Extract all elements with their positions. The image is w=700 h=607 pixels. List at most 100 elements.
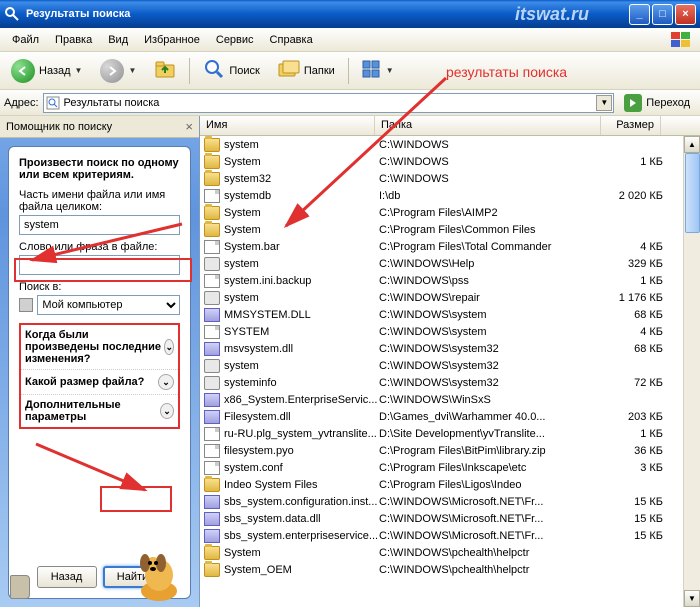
menu-favorites[interactable]: Избранное	[136, 31, 208, 49]
magnifier-icon	[203, 58, 225, 83]
phrase-input[interactable]	[19, 255, 180, 275]
file-size: 329 КБ	[605, 258, 663, 270]
file-path: C:\Program Files\Common Files	[379, 224, 605, 236]
folder-icon	[204, 206, 220, 220]
file-row[interactable]: Indeo System FilesC:\Program Files\Ligos…	[200, 476, 700, 493]
forward-button[interactable]: ▼	[93, 56, 143, 86]
window-title: Результаты поиска	[26, 8, 515, 20]
file-row[interactable]: msvsystem.dllC:\WINDOWS\system3268 КБ	[200, 340, 700, 357]
file-name: filesystem.pyo	[224, 445, 379, 457]
filename-input[interactable]	[19, 215, 180, 235]
search-icon	[4, 6, 20, 22]
file-name: Filesystem.dll	[224, 411, 379, 423]
file-name: system.ini.backup	[224, 275, 379, 287]
close-button[interactable]: ×	[675, 4, 696, 25]
folder-icon	[204, 563, 220, 577]
file-row[interactable]: systemC:\WINDOWS\repair1 176 КБ	[200, 289, 700, 306]
menu-help[interactable]: Справка	[262, 31, 321, 49]
file-row[interactable]: x86_System.EnterpriseServic...C:\WINDOWS…	[200, 391, 700, 408]
search-criteria-title: Произвести поиск по одному или всем крит…	[19, 157, 180, 181]
file-path: C:\WINDOWS\Microsoft.NET\Fr...	[379, 513, 605, 525]
filename-label: Часть имени файла или имя файла целиком:	[19, 189, 180, 213]
menu-file[interactable]: Файл	[4, 31, 47, 49]
folders-icon	[278, 59, 300, 82]
option-file-size[interactable]: Какой размер файла? ⌄	[21, 370, 178, 395]
file-row[interactable]: systemC:\WINDOWS\Help329 КБ	[200, 255, 700, 272]
lookin-select[interactable]: Мой компьютер	[37, 295, 180, 315]
file-row[interactable]: system.confC:\Program Files\Inkscape\etc…	[200, 459, 700, 476]
file-row[interactable]: systemdbI:\db2 020 КБ	[200, 187, 700, 204]
back-button[interactable]: Назад ▼	[4, 56, 89, 86]
file-name: system	[224, 292, 379, 304]
file-path: C:\WINDOWS	[379, 139, 605, 151]
option-when-label: Когда были произведены последние изменен…	[25, 329, 164, 365]
file-row[interactable]: sbs_system.enterpriseservice...C:\WINDOW…	[200, 527, 700, 544]
file-row[interactable]: System_OEMC:\WINDOWS\pchealth\helpctr	[200, 561, 700, 578]
minimize-button[interactable]: _	[629, 4, 650, 25]
file-path: C:\WINDOWS\system32	[379, 343, 605, 355]
address-dropdown[interactable]: ▼	[596, 95, 612, 111]
option-when-modified[interactable]: Когда были произведены последние изменен…	[21, 325, 178, 370]
file-name: system	[224, 258, 379, 270]
up-button[interactable]	[147, 56, 183, 86]
file-row[interactable]: sbs_system.data.dllC:\WINDOWS\Microsoft.…	[200, 510, 700, 527]
column-path[interactable]: Папка	[375, 116, 601, 135]
file-path: C:\WINDOWS\Help	[379, 258, 605, 270]
scroll-down-button[interactable]: ▼	[684, 590, 700, 607]
back-arrow-icon	[11, 59, 35, 83]
doc-icon	[204, 461, 220, 475]
menu-view[interactable]: Вид	[100, 31, 136, 49]
file-row[interactable]: SystemC:\Program Files\Common Files	[200, 221, 700, 238]
file-row[interactable]: system32C:\WINDOWS	[200, 170, 700, 187]
file-name: System	[224, 207, 379, 219]
search-button[interactable]: Поиск	[196, 56, 266, 86]
file-row[interactable]: systemC:\WINDOWS	[200, 136, 700, 153]
file-path: C:\WINDOWS\system32	[379, 377, 605, 389]
file-row[interactable]: system.ini.backupC:\WINDOWS\pss1 КБ	[200, 272, 700, 289]
file-row[interactable]: filesystem.pyoC:\Program Files\BitPim\li…	[200, 442, 700, 459]
file-row[interactable]: SYSTEMC:\WINDOWS\system4 КБ	[200, 323, 700, 340]
go-button[interactable]: Переход	[618, 93, 696, 113]
file-name: system32	[224, 173, 379, 185]
menu-tools[interactable]: Сервис	[208, 31, 262, 49]
address-input[interactable]	[43, 93, 615, 113]
file-row[interactable]: ru-RU.plg_system_yvtranslite...D:\Site D…	[200, 425, 700, 442]
file-path: C:\WINDOWS\pchealth\helpctr	[379, 547, 605, 559]
file-row[interactable]: systemC:\WINDOWS\system32	[200, 357, 700, 374]
column-name[interactable]: Имя	[200, 116, 375, 135]
file-row[interactable]: SystemC:\WINDOWS\pchealth\helpctr	[200, 544, 700, 561]
views-button[interactable]: ▼	[355, 56, 401, 86]
file-row[interactable]: sbs_system.configuration.inst...C:\WINDO…	[200, 493, 700, 510]
file-row[interactable]: MMSYSTEM.DLLC:\WINDOWS\system68 КБ	[200, 306, 700, 323]
doc-icon	[204, 240, 220, 254]
file-name: Indeo System Files	[224, 479, 379, 491]
menu-edit[interactable]: Правка	[47, 31, 100, 49]
file-size: 72 КБ	[605, 377, 663, 389]
file-row[interactable]: Filesystem.dllD:\Games_dvi\Warhammer 40.…	[200, 408, 700, 425]
chevron-down-icon: ▼	[386, 66, 394, 75]
folder-icon	[204, 172, 220, 186]
scroll-thumb[interactable]	[685, 153, 700, 233]
dll-icon	[204, 512, 220, 526]
titlebar: Результаты поиска itswat.ru _ □ ×	[0, 0, 700, 28]
close-sidebar-button[interactable]: ×	[185, 119, 193, 134]
file-path: C:\WINDOWS\system32	[379, 360, 605, 372]
file-name: sbs_system.data.dll	[224, 513, 379, 525]
maximize-button[interactable]: □	[652, 4, 673, 25]
file-path: C:\Program Files\AIMP2	[379, 207, 605, 219]
folders-button[interactable]: Папки	[271, 56, 342, 86]
file-row[interactable]: SystemC:\Program Files\AIMP2	[200, 204, 700, 221]
file-row[interactable]: System.barC:\Program Files\Total Command…	[200, 238, 700, 255]
vertical-scrollbar[interactable]: ▲ ▼	[683, 136, 700, 607]
option-more-advanced[interactable]: Дополнительные параметры ⌄	[21, 395, 178, 427]
scroll-up-button[interactable]: ▲	[684, 136, 700, 153]
file-row[interactable]: systeminfoC:\WINDOWS\system3272 КБ	[200, 374, 700, 391]
go-arrow-icon	[624, 94, 642, 112]
back-button[interactable]: Назад	[37, 566, 97, 588]
file-size: 68 КБ	[605, 309, 663, 321]
file-name: system	[224, 360, 379, 372]
book-icon[interactable]	[10, 575, 30, 599]
file-row[interactable]: SystemC:\WINDOWS1 КБ	[200, 153, 700, 170]
search-dog-icon[interactable]	[131, 547, 187, 603]
column-size[interactable]: Размер	[601, 116, 661, 135]
